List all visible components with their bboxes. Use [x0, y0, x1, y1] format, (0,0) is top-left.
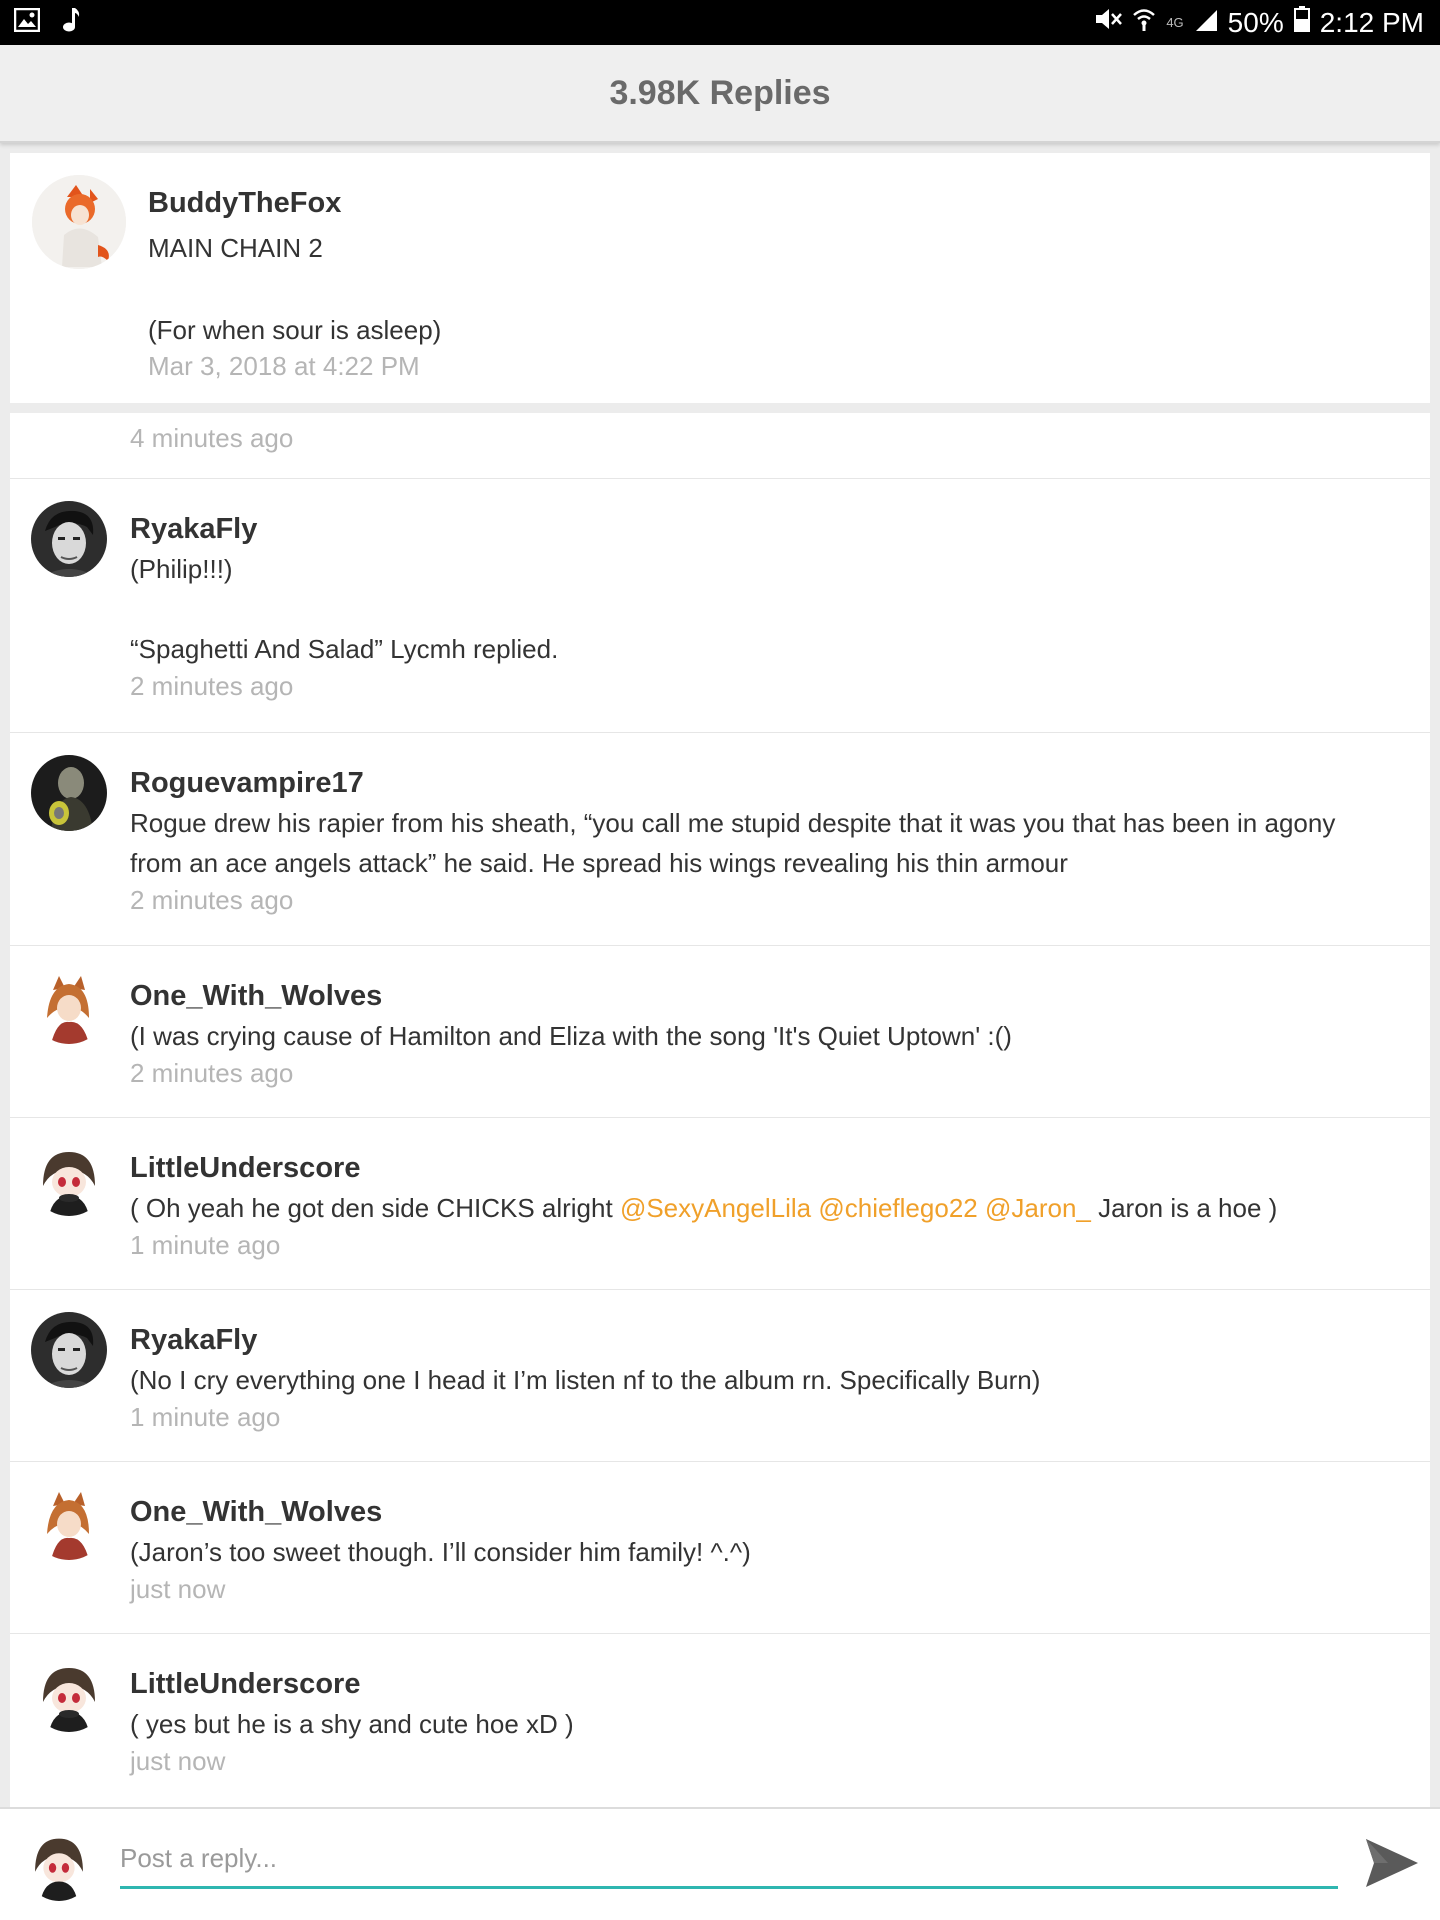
avatar[interactable]: [31, 1140, 107, 1216]
battery-icon: [1293, 6, 1310, 39]
post-timestamp: Mar 3, 2018 at 4:22 PM: [148, 351, 420, 381]
reply-timestamp: just now: [130, 1746, 226, 1776]
reply-timestamp: 4 minutes ago: [130, 423, 294, 453]
reply-timestamp: 1 minute ago: [130, 1402, 281, 1432]
reply-input[interactable]: [120, 1831, 1338, 1889]
reply-timestamp: just now: [130, 1574, 226, 1604]
reply-timestamp: 2 minutes ago: [130, 1058, 294, 1088]
reply-timestamp: 1 minute ago: [130, 1230, 281, 1260]
list-item: 4 minutes ago: [10, 413, 1430, 479]
post-author[interactable]: BuddyTheFox: [148, 187, 341, 220]
list-item: LittleUnderscore ( Oh yeah he got den si…: [10, 1118, 1430, 1290]
avatar[interactable]: [31, 1656, 107, 1732]
avatar[interactable]: [31, 1484, 107, 1560]
reply-timestamp: 2 minutes ago: [130, 885, 294, 915]
original-post: BuddyTheFox MAIN CHAIN 2 (For when sour …: [10, 153, 1430, 403]
list-item: RyakaFly (Philip!!!) “Spaghetti And Sala…: [10, 479, 1430, 733]
list-item: LittleUnderscore ( yes but he is a shy a…: [10, 1634, 1430, 1806]
reply-text-part: Jaron is a hoe ): [1090, 1193, 1278, 1223]
page-title: 3.98K Replies: [609, 73, 831, 112]
reply-text: ( yes but he is a shy and cute hoe xD ): [130, 1709, 574, 1739]
music-note-icon: [62, 7, 82, 38]
reply-text: (Jaron’s too sweet though. I’ll consider…: [130, 1537, 751, 1567]
signal-icon: [1194, 7, 1218, 39]
reply-author[interactable]: RyakaFly: [130, 513, 257, 546]
list-item: One_With_Wolves (Jaron’s too sweet thoug…: [10, 1462, 1430, 1634]
reply-timestamp: 2 minutes ago: [130, 671, 294, 701]
reply-author[interactable]: LittleUnderscore: [130, 1152, 360, 1185]
reply-author[interactable]: Roguevampire17: [130, 767, 364, 800]
reply-text: (I was crying cause of Hamilton and Eliz…: [130, 1021, 1012, 1051]
post-text: (For when sour is asleep): [148, 315, 442, 345]
avatar[interactable]: [31, 755, 107, 831]
status-bar: 4G 50% 2:12 PM: [0, 0, 1440, 45]
mention-link[interactable]: @SexyAngelLila: [620, 1193, 811, 1223]
avatar[interactable]: [32, 175, 126, 269]
list-item: Roguevampire17 Rogue drew his rapier fro…: [10, 733, 1430, 946]
image-icon: [13, 7, 41, 37]
reply-text: Rogue drew his rapier from his sheath, “…: [130, 808, 1336, 838]
avatar[interactable]: [31, 501, 107, 577]
reply-author[interactable]: One_With_Wolves: [130, 1496, 382, 1529]
avatar[interactable]: [31, 1312, 107, 1388]
reply-composer: [0, 1807, 1440, 1920]
send-button[interactable]: [1364, 1837, 1420, 1889]
reply-text: from an ace angels attack” he said. He s…: [130, 848, 1068, 878]
avatar[interactable]: [24, 1827, 94, 1901]
reply-text-part: ( Oh yeah he got den side CHICKS alright: [130, 1193, 620, 1223]
send-icon: [1364, 1839, 1420, 1893]
mention-link[interactable]: @chieflego22: [818, 1193, 977, 1223]
clock: 2:12 PM: [1319, 6, 1424, 38]
avatar[interactable]: [31, 968, 107, 1044]
list-item: One_With_Wolves (I was crying cause of H…: [10, 946, 1430, 1118]
reply-text: (No I cry everything one I head it I’m l…: [130, 1365, 1041, 1395]
list-item: RyakaFly (No I cry everything one I head…: [10, 1290, 1430, 1462]
mute-icon: [1094, 6, 1123, 39]
reply-author[interactable]: One_With_Wolves: [130, 980, 382, 1013]
replies-header: 3.98K Replies: [0, 45, 1440, 143]
reply-text: ( Oh yeah he got den side CHICKS alright…: [130, 1188, 1410, 1228]
wifi-icon: [1132, 6, 1156, 39]
reply-text: (Philip!!!): [130, 554, 233, 584]
post-text: MAIN CHAIN 2: [148, 233, 323, 263]
mention-link[interactable]: @Jaron_: [985, 1193, 1091, 1223]
reply-author[interactable]: LittleUnderscore: [130, 1668, 360, 1701]
reply-text: “Spaghetti And Salad” Lycmh replied.: [130, 634, 559, 664]
replies-list[interactable]: 4 minutes ago RyakaFly (Philip!!!) “Spag…: [10, 413, 1430, 1807]
battery-level: 50%: [1227, 6, 1284, 38]
reply-author[interactable]: RyakaFly: [130, 1324, 257, 1357]
network-type: 4G: [1166, 15, 1184, 30]
